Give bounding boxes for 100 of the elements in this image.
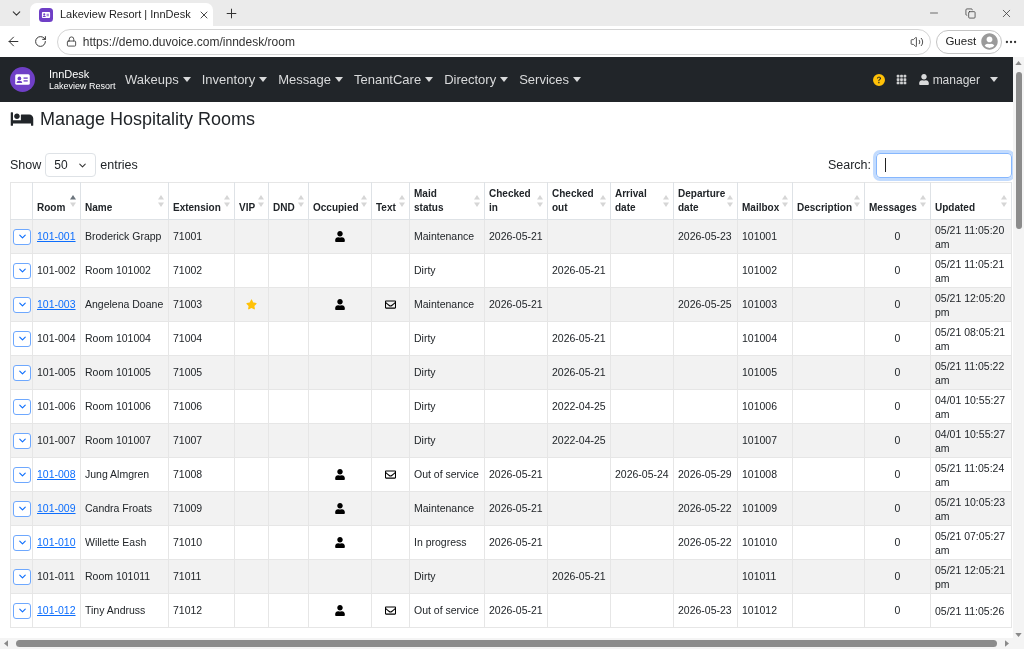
column-header[interactable]: Arrival date xyxy=(615,187,647,215)
nav-menu[interactable]: Message xyxy=(278,69,343,90)
table-cell: 0 xyxy=(864,355,931,390)
column-header[interactable]: VIP xyxy=(239,201,256,215)
chevron-down-icon xyxy=(16,571,28,582)
refresh-icon xyxy=(34,35,48,48)
speaker-icon[interactable] xyxy=(910,34,925,49)
room-link[interactable]: 101-008 xyxy=(37,467,76,480)
expand-row-button[interactable] xyxy=(13,262,31,279)
scrollbar-thumb[interactable] xyxy=(1015,72,1022,229)
chevron-down-icon xyxy=(16,503,28,514)
table-cell: 2026-05-23 xyxy=(673,219,738,254)
user-icon xyxy=(918,74,929,85)
column-header[interactable]: Text xyxy=(376,201,396,215)
nav-menu[interactable]: TenantCare xyxy=(353,69,434,90)
scrollbar-thumb[interactable] xyxy=(16,640,997,647)
room-link[interactable]: 101-009 xyxy=(37,501,76,514)
room-link[interactable]: 101-012 xyxy=(37,603,76,616)
table-cell: Willette Eash xyxy=(80,525,169,560)
column-header[interactable]: Name xyxy=(85,201,113,215)
table-cell: Room 101004 xyxy=(80,321,169,356)
column-header[interactable]: Extension xyxy=(173,201,221,215)
column-header[interactable]: Maid status xyxy=(414,187,444,215)
caret-icon xyxy=(573,77,582,82)
nav-menu[interactable]: Wakeups xyxy=(125,69,191,90)
table-cell: 2026-05-22 xyxy=(673,491,738,526)
room-link[interactable]: 101-003 xyxy=(37,297,76,310)
user-menu[interactable]: manager xyxy=(918,70,998,89)
table-cell: Maintenance xyxy=(409,491,485,526)
column-header[interactable]: Checked out xyxy=(552,187,594,215)
table-cell: 71002 xyxy=(168,253,235,288)
expand-row-button[interactable] xyxy=(13,534,31,551)
nav-menu[interactable]: Directory xyxy=(444,69,509,90)
apps-grid-icon[interactable] xyxy=(895,74,907,85)
table-cell: 0 xyxy=(864,525,931,560)
column-header[interactable]: Mailbox xyxy=(742,201,780,215)
search-label: Search: xyxy=(827,156,871,174)
chevron-down-icon xyxy=(16,231,28,242)
table-cell: 05/21 12:05:20 pm xyxy=(930,287,1012,322)
room-number: 101-006 xyxy=(37,399,76,412)
column-header[interactable]: Room xyxy=(37,201,66,215)
expand-row-button[interactable] xyxy=(13,568,31,585)
page-size-select[interactable]: 50 xyxy=(45,153,97,177)
column-header[interactable]: Updated xyxy=(935,201,975,215)
table-cell: Jung Almgren xyxy=(80,457,169,492)
table-cell: 04/01 10:55:27 am xyxy=(930,423,1012,458)
table-cell: 2026-05-21 xyxy=(547,321,611,356)
scroll-left-arrow-icon[interactable] xyxy=(4,640,8,647)
column-header[interactable]: DND xyxy=(273,201,295,215)
scroll-right-arrow-icon[interactable] xyxy=(1005,640,1009,647)
expand-row-button[interactable] xyxy=(13,466,31,483)
table-cell: 101005 xyxy=(737,355,793,390)
nav-menu[interactable]: Services xyxy=(519,69,582,90)
column-header[interactable]: Departure date xyxy=(678,187,726,215)
table-cell: 101011 xyxy=(737,559,793,594)
column-header[interactable]: Checked in xyxy=(489,187,531,215)
table-cell: 05/21 10:05:23 am xyxy=(930,491,1012,526)
expand-row-button[interactable] xyxy=(13,500,31,517)
expand-row-button[interactable] xyxy=(13,364,31,381)
table-cell: 71008 xyxy=(168,457,235,492)
table-cell: 0 xyxy=(864,219,931,254)
room-link[interactable]: 101-001 xyxy=(37,229,76,242)
caret-icon xyxy=(182,77,191,82)
column-header[interactable]: Messages xyxy=(869,201,917,215)
expand-row-button[interactable] xyxy=(13,296,31,313)
table-cell: Candra Froats xyxy=(80,491,169,526)
table-cell: 71011 xyxy=(168,559,235,594)
column-header[interactable]: Occupied xyxy=(313,201,359,215)
table-cell: 2026-05-29 xyxy=(673,457,738,492)
search-field[interactable] xyxy=(876,152,1012,178)
room-link[interactable]: 101-010 xyxy=(37,535,76,548)
nav-menu[interactable]: Inventory xyxy=(201,69,268,90)
table-cell: 05/21 11:05:26 xyxy=(930,593,1012,628)
scroll-up-arrow-icon[interactable] xyxy=(1015,61,1022,65)
table-cell: 101008 xyxy=(737,457,793,492)
column-header[interactable]: Description xyxy=(797,201,852,215)
browser-tab[interactable]: Lakeview Resort | InnDesk xyxy=(30,3,213,26)
table-cell: Dirty xyxy=(409,355,485,390)
room-number: 101-005 xyxy=(37,365,76,378)
expand-row-button[interactable] xyxy=(13,228,31,245)
sort-icon[interactable] xyxy=(70,195,76,207)
expand-row-button[interactable] xyxy=(13,602,31,619)
table-cell: Room 101006 xyxy=(80,389,169,424)
expand-row-button[interactable] xyxy=(13,398,31,415)
entries-label: entries xyxy=(100,156,138,174)
chevron-down-icon xyxy=(16,605,28,616)
table-cell: 2026-05-21 xyxy=(484,287,548,322)
table-cell: 71007 xyxy=(168,423,235,458)
caret-icon xyxy=(259,77,268,82)
scroll-down-arrow-icon[interactable] xyxy=(1015,633,1022,637)
table-cell: 05/21 11:05:20 am xyxy=(930,219,1012,254)
expand-row-button[interactable] xyxy=(13,330,31,347)
table-cell: 71006 xyxy=(168,389,235,424)
table-cell: 0 xyxy=(864,593,931,628)
page-title: Manage Hospitality Rooms xyxy=(40,107,256,131)
table-cell: Room 101005 xyxy=(80,355,169,390)
expand-row-button[interactable] xyxy=(13,432,31,449)
contact-card-icon xyxy=(39,7,53,22)
help-icon[interactable] xyxy=(872,73,885,86)
caret-icon xyxy=(500,77,509,82)
